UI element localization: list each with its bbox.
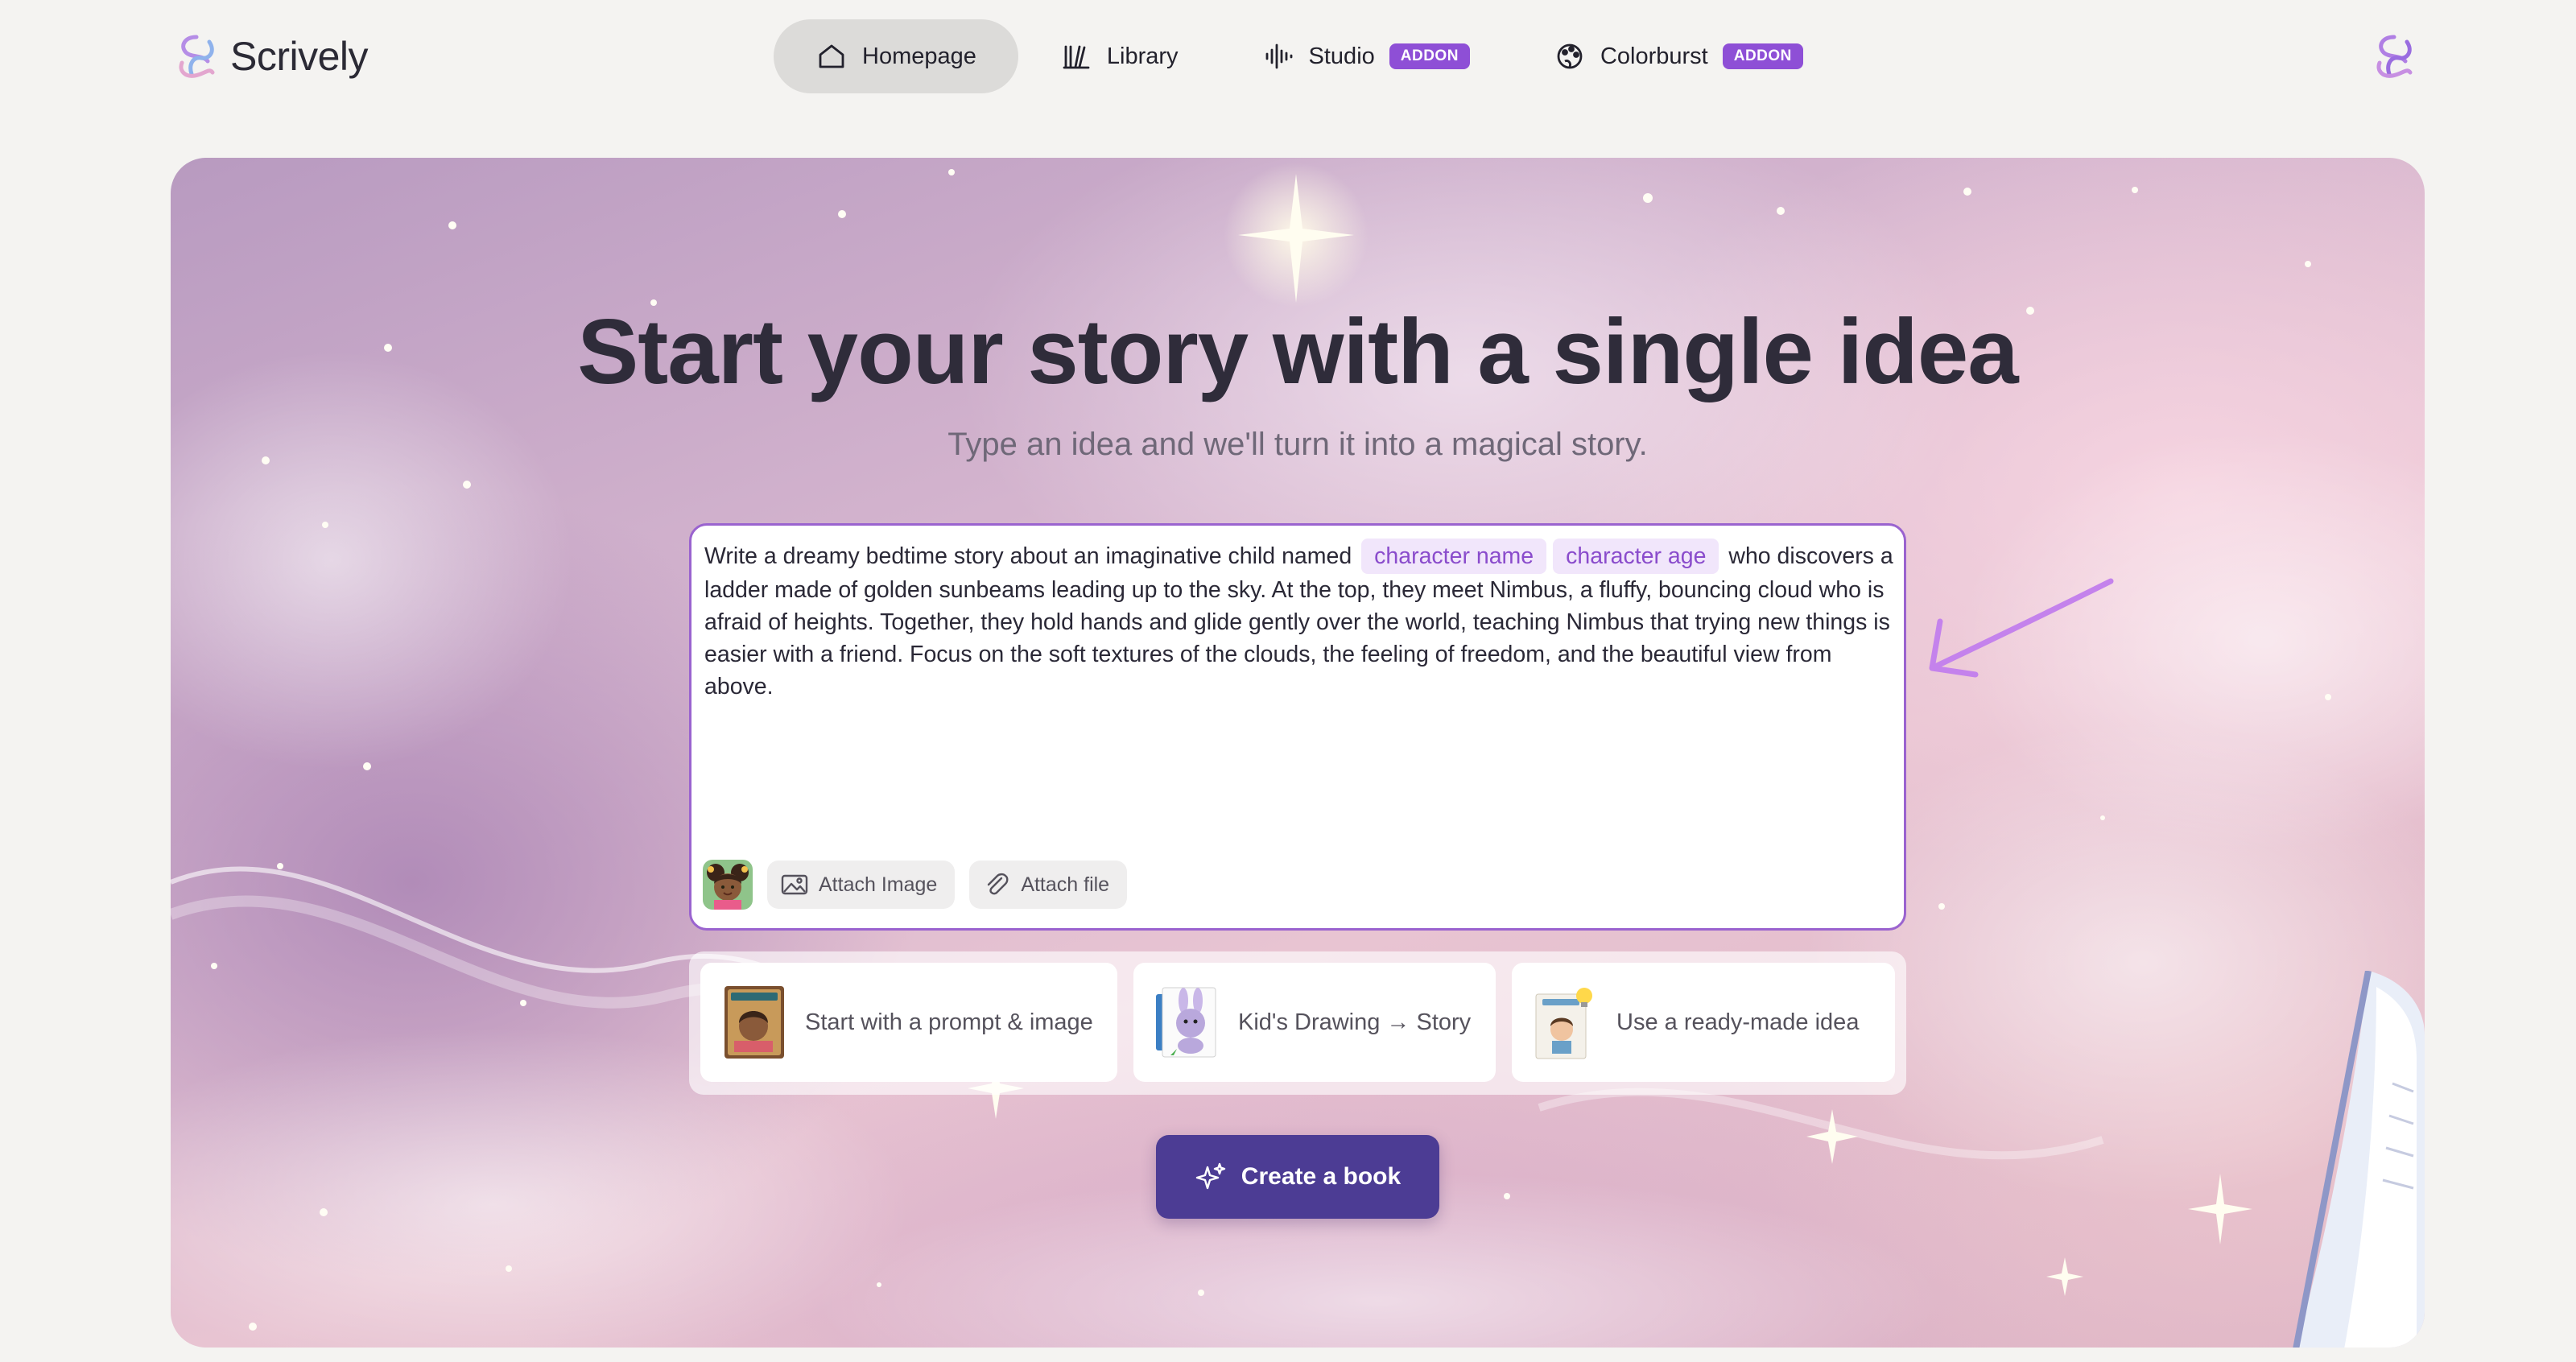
create-book-label: Create a book (1241, 1163, 1402, 1190)
open-book-illustration (2293, 971, 2425, 1348)
story-prompt-text[interactable]: Write a dreamy bedtime story about an im… (704, 539, 1896, 703)
scrively-swirl-icon (179, 35, 215, 78)
hero-subtitle: Type an idea and we'll turn it into a ma… (947, 427, 1648, 462)
top-navigation-bar: Scrively Homepage Library Studio ADDON C… (0, 0, 2576, 113)
nav-colorburst[interactable]: Colorburst ADDON (1512, 19, 1845, 93)
option-label: Kid's Drawing → Story (1238, 1009, 1472, 1035)
idea-book-thumbnail (1535, 988, 1592, 1059)
main-nav: Homepage Library Studio ADDON Colorburst… (774, 19, 1845, 93)
nav-homepage-label: Homepage (862, 43, 976, 69)
start-options: Start with a prompt & image Kid's Drawin… (689, 951, 1906, 1095)
sparkles-icon (1195, 1162, 1225, 1190)
option-ready-made-idea[interactable]: Use a ready-made idea (1512, 963, 1895, 1082)
scrively-swirl-icon[interactable] (2372, 32, 2417, 80)
brand-logo[interactable]: Scrively (174, 31, 369, 82)
story-prompt-editor[interactable]: Write a dreamy bedtime story about an im… (689, 523, 1906, 931)
books-icon (1063, 45, 1090, 69)
prompt-toolbar: Attach Image Attach file (703, 860, 1128, 910)
attach-file-button[interactable]: Attach file (969, 861, 1128, 909)
option-prompt-and-image[interactable]: Start with a prompt & image (700, 963, 1117, 1082)
image-icon (781, 874, 808, 895)
nav-studio-label: Studio (1308, 43, 1375, 69)
character-age-chip[interactable]: character age (1553, 539, 1719, 574)
nav-library-label: Library (1106, 43, 1179, 69)
attach-image-label: Attach Image (819, 873, 938, 896)
palette-icon (1557, 43, 1583, 69)
nav-studio[interactable]: Studio ADDON (1220, 19, 1512, 93)
paperclip-icon (988, 873, 1009, 895)
audio-wave-icon (1265, 43, 1292, 69)
attach-file-label: Attach file (1021, 873, 1110, 896)
nav-homepage[interactable]: Homepage (774, 19, 1018, 93)
hero-title: Start your story with a single idea (577, 301, 2018, 403)
character-avatar[interactable] (703, 860, 753, 910)
addon-badge: ADDON (1722, 43, 1803, 69)
brand-name: Scrively (230, 34, 369, 79)
attach-image-button[interactable]: Attach Image (767, 861, 956, 909)
home-icon (819, 44, 844, 68)
book-cover-thumbnail (724, 986, 784, 1059)
prompt-text-before: Write a dreamy bedtime story about an im… (704, 543, 1352, 569)
create-book-button[interactable]: Create a book (1156, 1135, 1439, 1219)
addon-badge: ADDON (1389, 43, 1470, 69)
bunny-drawing-thumbnail (1156, 987, 1216, 1058)
option-label: Start with a prompt & image (805, 1009, 1093, 1035)
character-name-chip[interactable]: character name (1361, 539, 1547, 574)
option-label: Use a ready-made idea (1616, 1009, 1860, 1035)
nav-library[interactable]: Library (1018, 19, 1220, 93)
hero-section: Start your story with a single idea Type… (171, 158, 2425, 1348)
nav-colorburst-label: Colorburst (1600, 43, 1708, 69)
option-kids-drawing[interactable]: Kid's Drawing → Story (1133, 963, 1496, 1082)
pointer-arrow-icon (1929, 578, 2114, 678)
